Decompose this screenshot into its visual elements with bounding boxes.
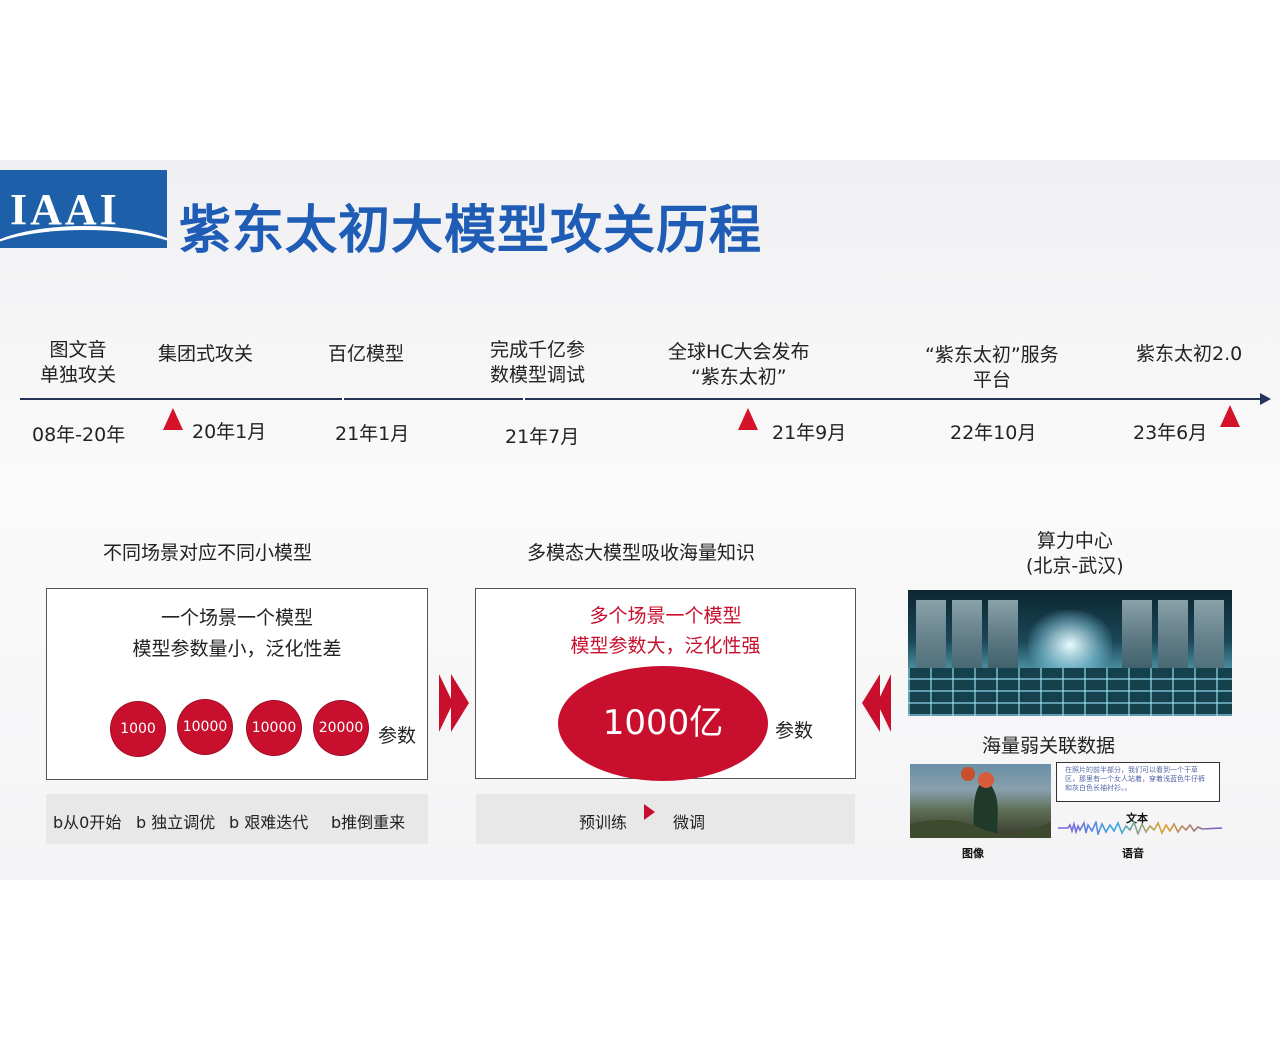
timeline-tick <box>342 392 344 400</box>
bullet-b: b <box>136 813 147 832</box>
milestone-label-line: “紫东太初” <box>690 366 787 388</box>
milestone-label: “紫东太初”服务 平台 <box>925 343 1059 393</box>
milestone-label-line: 平台 <box>972 369 1011 391</box>
issue-item: b从0开始 <box>53 809 121 833</box>
training-bar: 预训练 微调 <box>476 794 855 844</box>
finetune-label: 微调 <box>673 813 706 832</box>
server-rack <box>988 600 1018 672</box>
milestone-label: 紫东太初2.0 <box>1136 342 1242 367</box>
milestone-label-line: 紫东太初2.0 <box>1136 343 1243 365</box>
milestone-marker-icon <box>1220 405 1240 427</box>
chevron-left-icon <box>877 674 891 732</box>
data-heading: 海量弱关联数据 <box>982 735 1116 757</box>
milestone-label: 全球HC大会发布 “紫东太初” <box>668 340 810 390</box>
milestone-date: 21年7月 <box>505 426 580 448</box>
grid-floor <box>908 668 1232 716</box>
milestone-label-line: “紫东太初”服务 <box>925 344 1059 366</box>
left-line-1: 一个场景一个模型 <box>160 607 313 629</box>
timeline-axis <box>20 398 1264 400</box>
compute-heading: 算力中心 (北京-武汉) <box>1026 529 1124 579</box>
compute-heading-line: (北京-武汉) <box>1026 555 1124 577</box>
middle-heading: 多模态大模型吸收海量知识 <box>527 542 756 564</box>
milestone-date: 20年1月 <box>192 421 267 443</box>
milestone-label: 图文音 单独攻关 <box>40 338 116 388</box>
bullet-b: b <box>229 813 240 832</box>
datacenter-image <box>908 590 1232 716</box>
issue-text: 推倒重来 <box>341 813 406 832</box>
milestone-label-line: 百亿模型 <box>328 343 405 365</box>
left-line-2: 模型参数量小，泛化性差 <box>132 638 342 660</box>
milestone-date: 21年1月 <box>335 423 410 445</box>
milestone-date: 22年10月 <box>950 422 1037 444</box>
param-oval: 1000亿 <box>558 666 768 781</box>
milestone-label-line: 图文音 <box>49 339 107 361</box>
milestone-label-line: 单独攻关 <box>40 364 117 386</box>
left-unit: 参数 <box>378 725 417 747</box>
param-coin: 1000 <box>111 702 165 756</box>
timeline-arrow-head <box>1260 393 1271 405</box>
compute-heading-line: 算力中心 <box>1036 530 1113 552</box>
milestone-label: 百亿模型 <box>328 342 404 367</box>
pretrain-label: 预训练 <box>579 813 628 832</box>
audio-waveform-icon <box>1058 821 1222 835</box>
middle-line-1: 多个场景一个模型 <box>589 605 742 627</box>
image-caption: 图像 <box>962 847 984 860</box>
large-model-box: 多个场景一个模型 模型参数大，泛化性强 1000亿 参数 <box>475 588 856 781</box>
issue-item: b 独立调优 <box>136 809 215 833</box>
milestone-date: 23年6月 <box>1133 422 1208 444</box>
sample-artwork-image <box>910 764 1051 838</box>
issue-text: 独立调优 <box>146 813 216 832</box>
milestone-label-line: 数模型调试 <box>490 364 586 386</box>
left-heading: 不同场景对应不同小模型 <box>103 542 313 564</box>
artwork-figure <box>910 767 1051 838</box>
issue-item: b推倒重来 <box>331 809 405 833</box>
milestone-label: 集团式攻关 <box>158 342 253 367</box>
left-issues-bar: b从0开始 b 独立调优 b 艰难迭代 b推倒重来 <box>46 794 428 844</box>
slide-title: 紫东太初大模型攻关历程 <box>179 201 763 261</box>
param-coin: 10000 <box>178 700 232 754</box>
bullet-b: b <box>331 813 342 832</box>
milestone-label-line: 集团式攻关 <box>158 343 254 365</box>
chevron-right-icon <box>451 674 469 732</box>
server-rack <box>1122 600 1152 672</box>
issue-item: b 艰难迭代 <box>229 809 308 833</box>
iaai-logo: IAAI <box>0 170 167 248</box>
middle-unit: 参数 <box>775 720 814 742</box>
small-model-box: 一个场景一个模型 模型参数量小，泛化性差 1000 10000 10000 20… <box>46 588 428 780</box>
slide: IAAI 紫东太初大模型攻关历程 图文音 单独攻关 集团式攻关 百亿模型 完成千… <box>0 160 1280 880</box>
milestone-label: 完成千亿参 数模型调试 <box>490 338 585 388</box>
issue-text: 从0开始 <box>63 813 122 832</box>
milestone-date: 08年-20年 <box>32 424 126 446</box>
milestone-marker-icon <box>163 408 183 430</box>
play-arrow-icon <box>644 804 655 820</box>
milestone-label-line: 完成千亿参 <box>490 339 586 361</box>
milestone-label-line: 全球HC大会发布 <box>668 341 810 363</box>
bullet-b: b <box>53 813 64 832</box>
timeline-tick <box>523 392 525 400</box>
param-coin: 20000 <box>314 701 368 755</box>
audio-caption: 语音 <box>1122 847 1144 860</box>
param-coin: 10000 <box>247 701 301 755</box>
milestone-marker-icon <box>738 408 758 430</box>
sample-text-card: 在照片的前半部分，我们可以看到一个干草区，那里有一个女人站着，穿着浅蓝色牛仔裤和… <box>1056 762 1220 802</box>
issue-text: 艰难迭代 <box>239 813 309 832</box>
milestone-date: 21年9月 <box>772 422 847 444</box>
middle-line-2: 模型参数大，泛化性强 <box>570 635 761 657</box>
